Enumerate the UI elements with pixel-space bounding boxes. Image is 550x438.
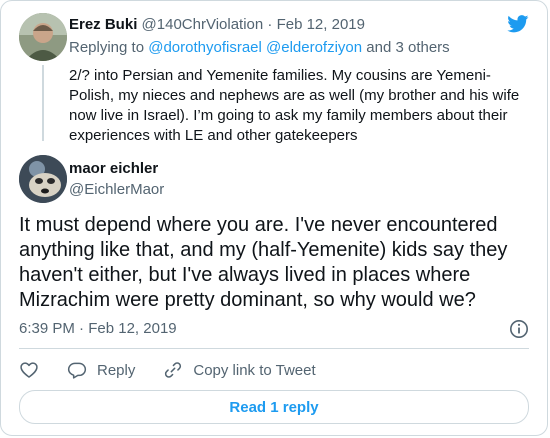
dog-photo-avatar[interactable] (19, 155, 67, 203)
parent-author-handle[interactable]: @140ChrViolation (142, 16, 264, 33)
divider (19, 348, 529, 349)
copy-link-button[interactable]: Copy link to Tweet (163, 360, 316, 380)
separator: · (263, 16, 277, 33)
replying-to-label: Replying to (69, 39, 149, 56)
speech-bubble-icon (67, 362, 87, 379)
read-replies-label: Read 1 reply (229, 398, 319, 416)
tweet-embed-card: Erez Buki @140ChrViolation · Feb 12, 201… (0, 0, 548, 436)
copy-link-label: Copy link to Tweet (193, 361, 316, 379)
twitter-bird-icon[interactable] (507, 15, 529, 33)
replying-to-others[interactable]: and 3 others (362, 39, 449, 56)
heart-icon (20, 362, 38, 378)
thread-connector-line (42, 65, 44, 141)
like-button[interactable] (19, 360, 39, 380)
tweet-date[interactable]: Feb 12, 2019 (88, 320, 176, 337)
reply-label: Reply (97, 361, 136, 379)
parent-author-name[interactable]: Erez Buki (69, 16, 137, 33)
separator: · (74, 320, 89, 337)
author-name[interactable]: maor eichler (69, 160, 158, 177)
read-replies-button[interactable]: Read 1 reply (19, 390, 529, 424)
tweet-actions: Reply Copy link to Tweet (19, 359, 344, 381)
person-photo-avatar[interactable] (19, 13, 67, 61)
replying-to-users[interactable]: @dorothyofisrael @elderofziyon (148, 39, 362, 56)
parent-tweet-text: 2/? into Persian and Yemenite families. … (69, 67, 520, 144)
tweet-time[interactable]: 6:39 PM (19, 320, 75, 337)
reply-button[interactable]: Reply (67, 360, 135, 380)
parent-tweet-header: Erez Buki @140ChrViolation · Feb 12, 201… (69, 16, 365, 33)
replying-to-line: Replying to @dorothyofisrael @elderofziy… (69, 39, 450, 56)
tweet-text: It must depend where you are. I've never… (19, 214, 508, 311)
author-handle[interactable]: @EichlerMaor (69, 181, 164, 198)
link-icon (165, 362, 182, 378)
info-icon[interactable] (509, 319, 529, 339)
parent-tweet-date[interactable]: Feb 12, 2019 (277, 16, 365, 33)
tweet-timestamp[interactable]: 6:39 PM · Feb 12, 2019 (19, 320, 177, 337)
